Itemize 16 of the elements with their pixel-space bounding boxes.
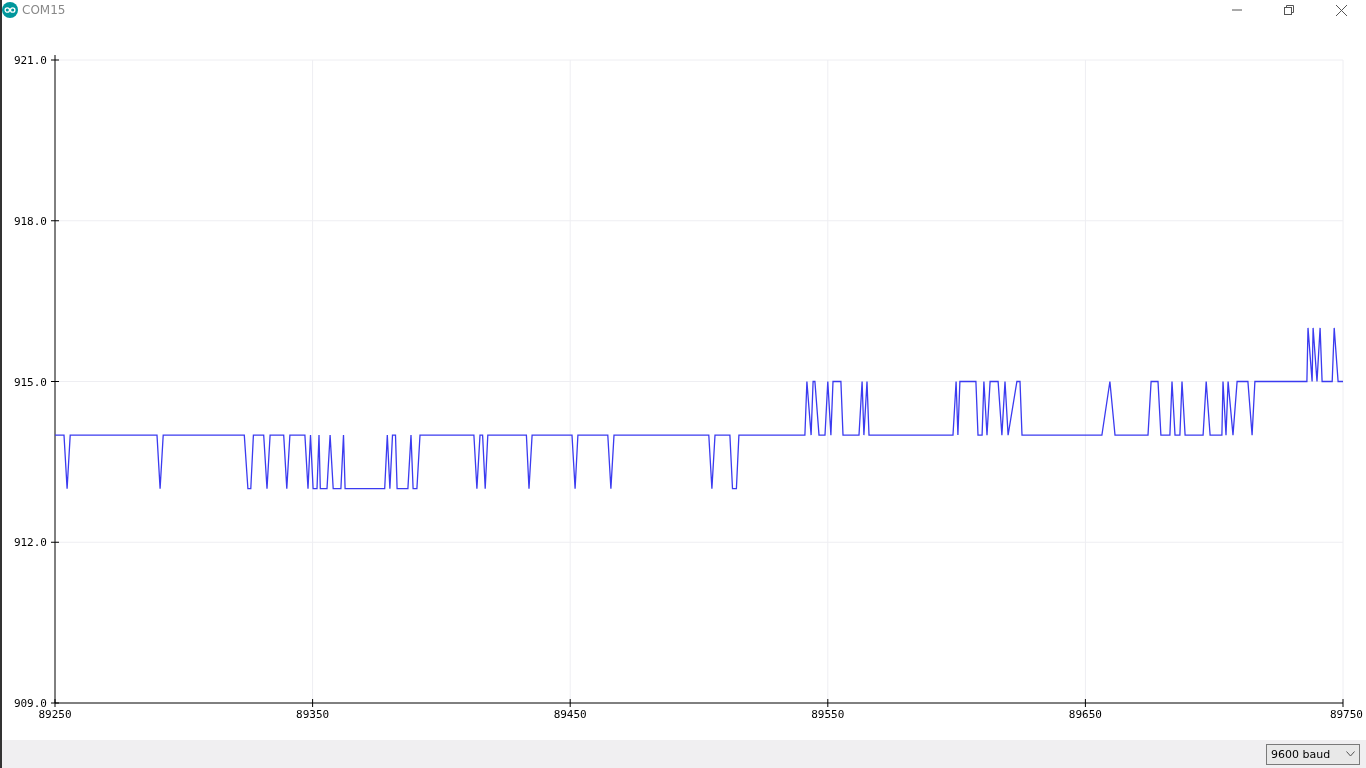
x-tick-label: 89250 [38, 708, 72, 721]
y-tick-label: 918.0 [13, 214, 47, 228]
y-tick-label: 921.0 [13, 54, 47, 67]
restore-icon [1284, 5, 1294, 15]
x-tick-label: 89350 [296, 708, 330, 721]
chevron-down-icon [1346, 751, 1355, 757]
window-title: COM15 [22, 3, 67, 17]
x-tick-label: 89450 [553, 708, 587, 721]
x-tick-label: 89650 [1068, 708, 1102, 721]
x-tick-label: 89750 [1329, 708, 1363, 721]
x-tick-label: 89550 [811, 708, 845, 721]
y-tick-label: 915.0 [13, 375, 47, 389]
close-icon [1335, 4, 1347, 16]
y-tick-label: 909.0 [13, 697, 47, 710]
baud-rate-dropdown[interactable]: 9600 baud [1266, 743, 1360, 765]
y-tick-label: 912.0 [13, 536, 47, 550]
